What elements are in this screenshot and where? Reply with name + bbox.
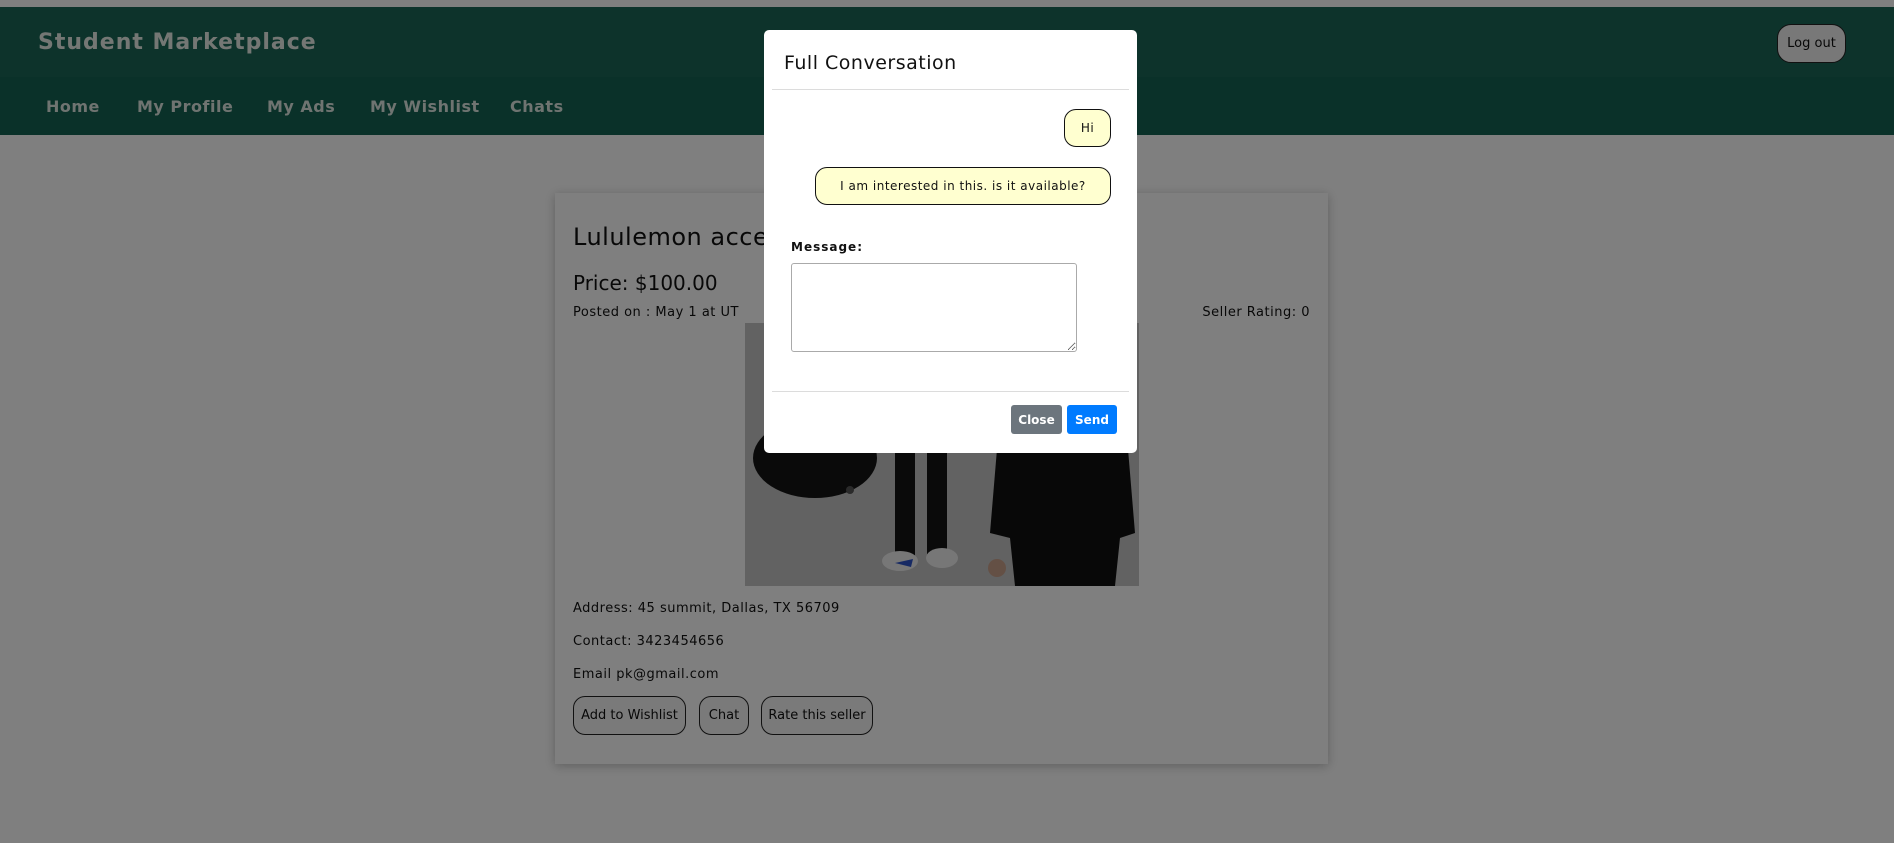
close-button[interactable]: Close xyxy=(1011,405,1062,434)
chat-message-bubble: I am interested in this. is it available… xyxy=(815,167,1111,205)
message-label: Message: xyxy=(791,240,863,254)
send-button[interactable]: Send xyxy=(1067,405,1117,434)
modal-title: Full Conversation xyxy=(784,52,957,74)
conversation-modal: Full Conversation Hi I am interested in … xyxy=(764,30,1137,453)
chat-message-bubble: Hi xyxy=(1064,109,1111,147)
modal-footer-divider xyxy=(772,391,1129,392)
message-input[interactable] xyxy=(791,263,1077,352)
modal-header-divider xyxy=(772,89,1129,90)
